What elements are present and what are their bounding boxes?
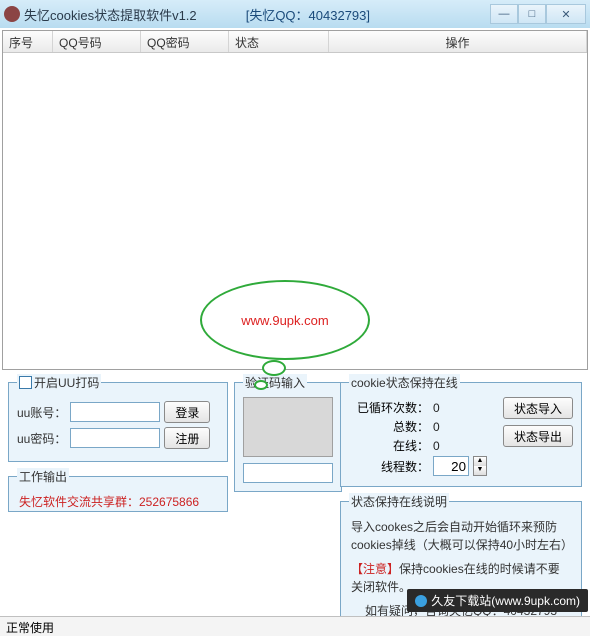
threads-spinner[interactable]: ▲▼ <box>473 456 487 476</box>
status-import-button[interactable]: 状态导入 <box>503 397 573 419</box>
captcha-input[interactable] <box>243 463 333 483</box>
statusbar: 正常使用 <box>0 616 590 636</box>
app-icon <box>4 6 20 22</box>
threads-label: 线程数： <box>349 458 429 475</box>
status-text: 正常使用 <box>6 621 54 635</box>
window-subtitle: [失忆QQ：40432793] <box>246 5 370 24</box>
loop-value: 0 <box>433 401 440 415</box>
uu-password-label: uu密码： <box>17 430 66 447</box>
col-status[interactable]: 状态 <box>229 31 329 52</box>
maximize-button[interactable]: □ <box>518 4 546 24</box>
bubble-text: www.9upk.com <box>241 313 328 328</box>
work-output-panel: 工作输出 失忆软件交流共享群：252675866 <box>8 468 228 512</box>
col-action[interactable]: 操作 <box>329 31 587 52</box>
speech-bubble: www.9upk.com <box>200 280 370 360</box>
watermark-icon <box>415 595 427 607</box>
captcha-legend: 验证码输入 <box>243 374 307 391</box>
desc-notice-prefix: 【注意】 <box>351 562 399 576</box>
cookie-status-legend: cookie状态保持在线 <box>349 374 460 391</box>
titlebar[interactable]: 失忆cookies状态提取软件v1.2 [失忆QQ：40432793] — □ … <box>0 0 590 28</box>
total-label: 总数： <box>349 418 429 435</box>
close-button[interactable]: ✕ <box>546 4 586 24</box>
col-qq-password[interactable]: QQ密码 <box>141 31 229 52</box>
uu-account-label: uu账号： <box>17 404 66 421</box>
window-title: 失忆cookies状态提取软件v1.2 <box>24 5 246 24</box>
desc-line1: 导入cookes之后会自动开始循环来预防cookies掉线（大概可以保持40小时… <box>351 518 571 554</box>
captcha-panel: 验证码输入 <box>234 374 342 492</box>
total-value: 0 <box>433 420 440 434</box>
login-button[interactable]: 登录 <box>164 401 210 423</box>
captcha-image[interactable] <box>243 397 333 457</box>
uu-password-input[interactable] <box>70 428 160 448</box>
desc-legend: 状态保持在线说明 <box>349 493 449 510</box>
watermark-text: 久友下载站(www.9upk.com) <box>431 592 580 609</box>
uu-panel: 开启UU打码 uu账号： 登录 uu密码： 注册 <box>8 374 228 462</box>
table-header-row: 序号 QQ号码 QQ密码 状态 操作 <box>3 31 587 53</box>
col-qq-number[interactable]: QQ号码 <box>53 31 141 52</box>
online-label: 在线： <box>349 437 429 454</box>
watermark: 久友下载站(www.9upk.com) <box>407 589 588 612</box>
status-export-button[interactable]: 状态导出 <box>503 425 573 447</box>
app-window: 失忆cookies状态提取软件v1.2 [失忆QQ：40432793] — □ … <box>0 0 590 636</box>
uu-account-input[interactable] <box>70 402 160 422</box>
work-output-text: 失忆软件交流共享群：252675866 <box>17 491 219 512</box>
loop-label: 已循环次数： <box>349 399 429 416</box>
online-value: 0 <box>433 439 440 453</box>
minimize-button[interactable]: — <box>490 4 518 24</box>
uu-legend[interactable]: 开启UU打码 <box>17 374 101 391</box>
col-index[interactable]: 序号 <box>3 31 53 52</box>
cookie-status-panel: cookie状态保持在线 已循环次数： 0 总数： 0 在线： 0 线程数： ▲▼ <box>340 374 582 487</box>
threads-input[interactable] <box>433 456 469 476</box>
work-output-legend: 工作输出 <box>17 468 69 485</box>
register-button[interactable]: 注册 <box>164 427 210 449</box>
uu-enable-checkbox[interactable] <box>19 376 32 389</box>
